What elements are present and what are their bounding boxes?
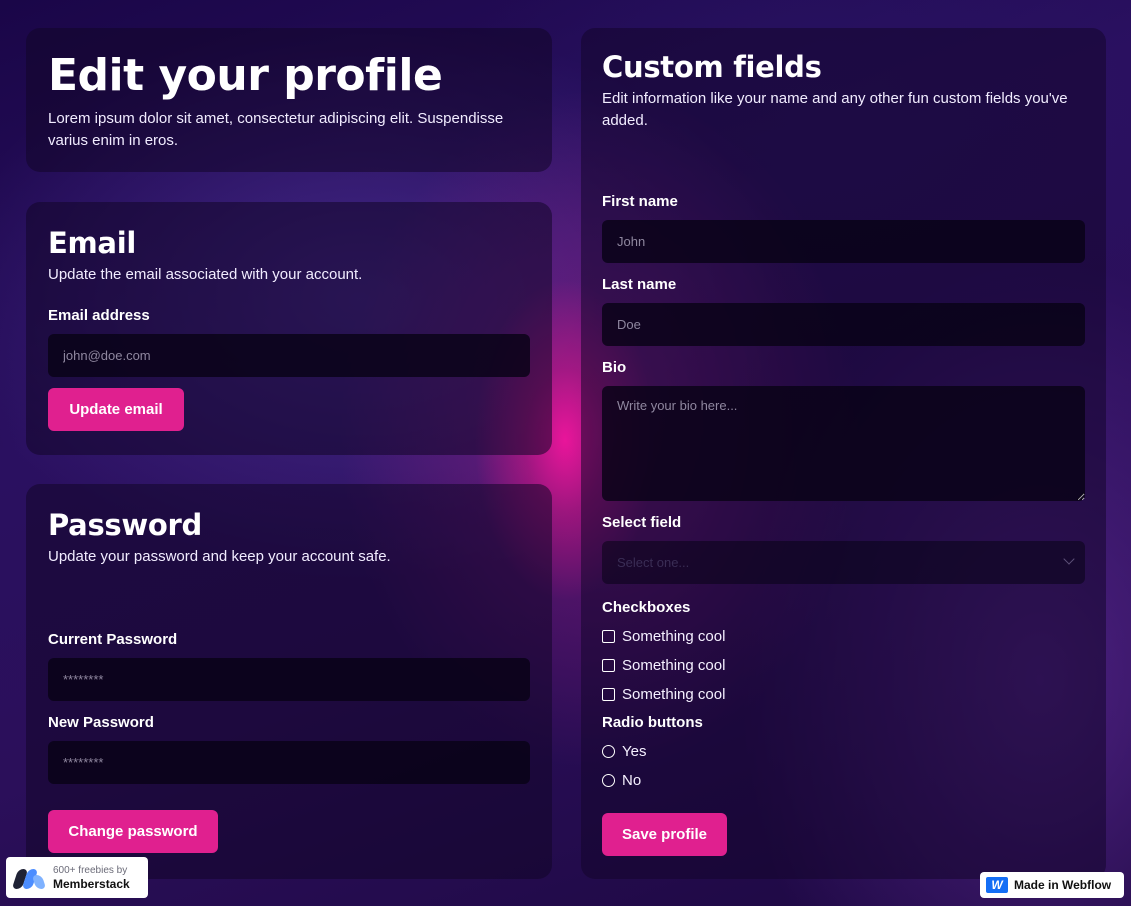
checkbox-icon[interactable] [602, 659, 615, 672]
select-field-label: Select field [602, 514, 682, 531]
memberstack-badge[interactable]: 600+ freebies by Memberstack [6, 857, 148, 898]
page-description: Lorem ipsum dolor sit amet, consectetur … [48, 110, 504, 149]
webflow-badge[interactable]: W Made in Webflow [980, 872, 1124, 898]
select-dropdown[interactable]: Select one... [602, 541, 1085, 584]
custom-fields-card: Custom fields Edit information like your… [581, 28, 1106, 879]
radio-icon[interactable] [602, 745, 615, 758]
email-field[interactable] [48, 334, 530, 377]
checkbox-item[interactable]: Something cool [602, 622, 1085, 651]
profile-header-card: Edit your profile Lorem ipsum dolor sit … [26, 28, 552, 172]
checkboxes-label: Checkboxes [602, 599, 691, 616]
custom-section-title: Custom fields [602, 50, 822, 84]
checkbox-item[interactable]: Something cool [602, 680, 1085, 709]
email-label: Email address [48, 307, 150, 324]
bio-label: Bio [602, 359, 627, 376]
custom-section-description: Edit information like your name and any … [602, 90, 1068, 129]
last-name-label: Last name [602, 276, 677, 293]
radio-buttons-label: Radio buttons [602, 714, 703, 731]
memberstack-name: Memberstack [53, 876, 130, 891]
last-name-field[interactable] [602, 303, 1085, 346]
webflow-logo-icon: W [986, 877, 1008, 893]
radio-label: Yes [622, 743, 647, 760]
page-title: Edit your profile [48, 50, 443, 101]
password-section-title: Password [48, 508, 202, 542]
checkbox-label: Something cool [622, 628, 726, 645]
email-section-title: Email [48, 226, 136, 260]
new-password-label: New Password [48, 714, 154, 731]
first-name-field[interactable] [602, 220, 1085, 263]
email-card: Email Update the email associated with y… [26, 202, 552, 455]
checkbox-icon[interactable] [602, 688, 615, 701]
checkbox-label: Something cool [622, 657, 726, 674]
memberstack-logo-icon [11, 867, 47, 889]
bio-textarea[interactable] [602, 386, 1085, 501]
email-section-description: Update the email associated with your ac… [48, 266, 363, 283]
select-placeholder: Select one... [602, 541, 1085, 584]
radio-icon[interactable] [602, 774, 615, 787]
current-password-label: Current Password [48, 631, 178, 648]
first-name-label: First name [602, 193, 678, 210]
radio-item-yes[interactable]: Yes [602, 737, 1085, 766]
memberstack-tagline: 600+ freebies by [53, 864, 128, 876]
new-password-field[interactable] [48, 741, 530, 784]
radio-item-no[interactable]: No [602, 766, 1085, 795]
save-profile-button[interactable]: Save profile [602, 813, 727, 856]
webflow-badge-label: Made in Webflow [1014, 878, 1112, 892]
checkbox-label: Something cool [622, 686, 726, 703]
radio-label: No [622, 772, 642, 789]
update-email-button[interactable]: Update email [48, 388, 184, 431]
checkbox-icon[interactable] [602, 630, 615, 643]
password-section-description: Update your password and keep your accou… [48, 548, 391, 565]
change-password-button[interactable]: Change password [48, 810, 218, 853]
password-card: Password Update your password and keep y… [26, 484, 552, 879]
checkbox-item[interactable]: Something cool [602, 651, 1085, 680]
current-password-field[interactable] [48, 658, 530, 701]
